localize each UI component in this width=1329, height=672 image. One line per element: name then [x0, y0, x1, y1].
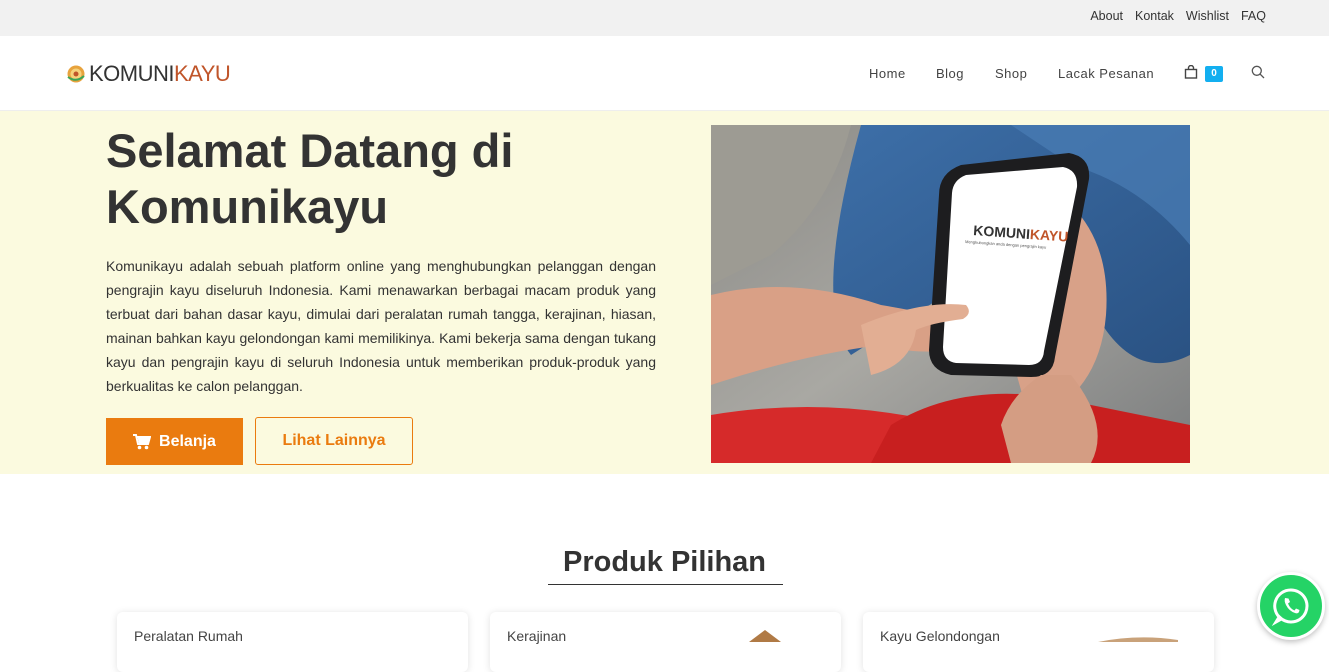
nav-blog[interactable]: Blog — [936, 66, 964, 81]
belanja-button[interactable]: Belanja — [106, 418, 243, 465]
cart-count-badge[interactable]: 0 — [1205, 66, 1223, 82]
logo-wordmark: KOMUNIKAYU — [89, 61, 231, 86]
whatsapp-icon — [1271, 588, 1309, 626]
product-card-kerajinan[interactable]: Kerajinan — [490, 612, 841, 672]
nav-shop[interactable]: Shop — [995, 66, 1027, 81]
product-card-kayu-gelondongan[interactable]: Kayu Gelondongan — [863, 612, 1214, 672]
search-icon[interactable] — [1251, 65, 1265, 84]
top-bar: About Kontak Wishlist FAQ — [0, 0, 1329, 36]
hero-title: Selamat Datang di Komunikayu — [106, 124, 514, 233]
belanja-label: Belanja — [159, 432, 216, 450]
top-link-faq[interactable]: FAQ — [1241, 9, 1266, 23]
main-header: KOMUNIKAYU Home Blog Shop Lacak Pesanan … — [0, 36, 1329, 111]
section-title-produk-pilihan: Produk Pilihan — [562, 546, 767, 578]
product-card-label: Kerajinan — [507, 628, 567, 644]
site-logo[interactable]: KOMUNIKAYU — [66, 61, 231, 86]
top-links: About Kontak Wishlist FAQ — [1078, 9, 1266, 23]
nav-home[interactable]: Home — [869, 66, 906, 81]
product-card-label: Kayu Gelondongan — [880, 628, 1000, 644]
hero-description: Komunikayu adalah sebuah platform online… — [106, 258, 656, 394]
shopping-bag-icon[interactable] — [1184, 64, 1198, 84]
logo-icon — [66, 64, 86, 84]
top-link-kontak[interactable]: Kontak — [1135, 9, 1174, 23]
nav-lacak-pesanan[interactable]: Lacak Pesanan — [1058, 66, 1154, 81]
section-title-underline — [548, 584, 783, 585]
logo-text-kayu: KAYU — [174, 61, 231, 86]
whatsapp-button[interactable] — [1257, 572, 1325, 640]
product-card-peralatan-rumah[interactable]: Peralatan Rumah — [117, 612, 468, 672]
logo-text-komuni: KOMUNI — [89, 61, 175, 86]
cart-icon — [133, 433, 152, 449]
product-card-label: Peralatan Rumah — [134, 628, 243, 644]
hero-image: KOMUNIKAYU Menghubungkan anda dengan pen… — [711, 125, 1190, 463]
phone-logo-kayu: KAYU — [1029, 226, 1068, 245]
kerajinan-thumbnail — [749, 630, 781, 642]
hero-section: Selamat Datang di Komunikayu Komunikayu … — [0, 111, 1329, 474]
top-link-wishlist[interactable]: Wishlist — [1186, 9, 1229, 23]
lihat-lainnya-button[interactable]: Lihat Lainnya — [255, 417, 413, 465]
top-link-about[interactable]: About — [1090, 9, 1123, 23]
